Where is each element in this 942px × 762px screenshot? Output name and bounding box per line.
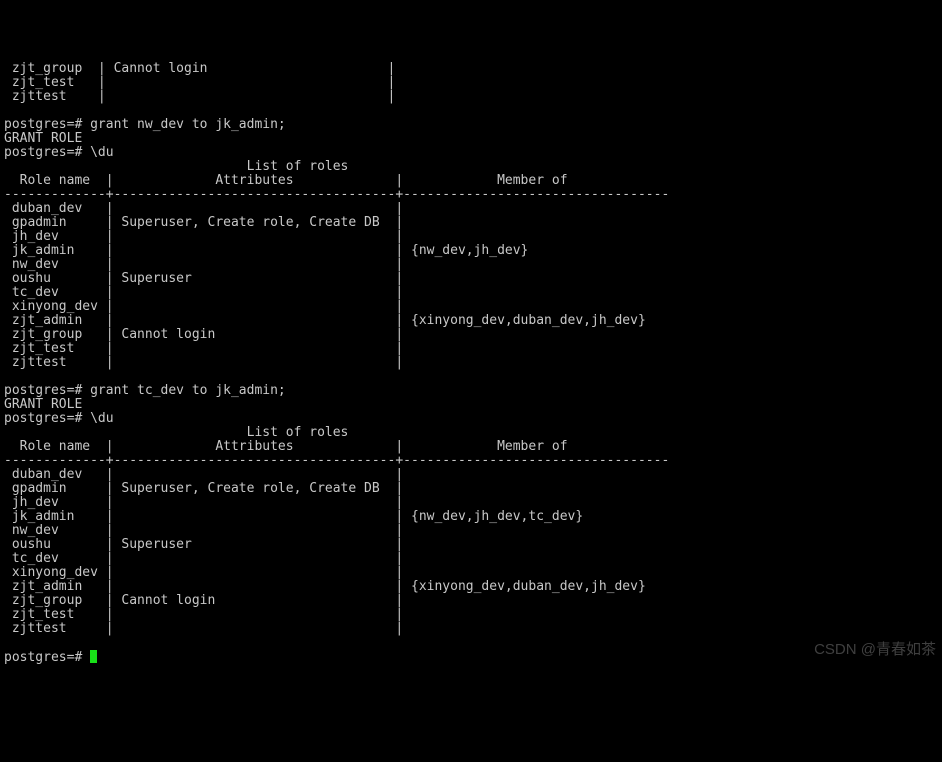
terminal-line: jk_admin | | {nw_dev,jh_dev}	[4, 244, 938, 258]
terminal-line: nw_dev | |	[4, 258, 938, 272]
terminal-line: gpadmin | Superuser, Create role, Create…	[4, 216, 938, 230]
terminal-line: -------------+--------------------------…	[4, 454, 938, 468]
terminal-line: List of roles	[4, 426, 938, 440]
terminal-line	[4, 636, 938, 650]
terminal-line: zjt_group | Cannot login |	[4, 594, 938, 608]
terminal-line: zjt_admin | | {xinyong_dev,duban_dev,jh_…	[4, 580, 938, 594]
terminal-line: GRANT ROLE	[4, 398, 938, 412]
terminal-line: jk_admin | | {nw_dev,jh_dev,tc_dev}	[4, 510, 938, 524]
terminal-line: zjttest | |	[4, 90, 938, 104]
terminal-line: Role name | Attributes | Member of	[4, 440, 938, 454]
terminal-line	[4, 370, 938, 384]
terminal-line: jh_dev | |	[4, 496, 938, 510]
terminal-line: zjt_group | Cannot login |	[4, 62, 938, 76]
terminal-line: zjt_test | |	[4, 608, 938, 622]
terminal-line: oushu | Superuser |	[4, 272, 938, 286]
terminal-line: nw_dev | |	[4, 524, 938, 538]
terminal-line: GRANT ROLE	[4, 132, 938, 146]
terminal-line: xinyong_dev | |	[4, 566, 938, 580]
terminal-line: xinyong_dev | |	[4, 300, 938, 314]
terminal-line: postgres=# grant nw_dev to jk_admin;	[4, 118, 938, 132]
terminal-line: -------------+--------------------------…	[4, 188, 938, 202]
terminal-line: zjt_group | Cannot login |	[4, 328, 938, 342]
terminal-line: postgres=# \du	[4, 412, 938, 426]
terminal-output[interactable]: zjt_group | Cannot login | zjt_test | | …	[4, 62, 938, 664]
terminal-line: zjt_test | |	[4, 342, 938, 356]
terminal-line: zjttest | |	[4, 356, 938, 370]
terminal-line: duban_dev | |	[4, 202, 938, 216]
terminal-line	[4, 104, 938, 118]
terminal-line: zjttest | |	[4, 622, 938, 636]
terminal-line: gpadmin | Superuser, Create role, Create…	[4, 482, 938, 496]
terminal-line: zjt_test | |	[4, 76, 938, 90]
terminal-line: postgres=# \du	[4, 146, 938, 160]
terminal-line: postgres=# grant tc_dev to jk_admin;	[4, 384, 938, 398]
terminal-line: tc_dev | |	[4, 552, 938, 566]
terminal-line: oushu | Superuser |	[4, 538, 938, 552]
prompt-line[interactable]: postgres=#	[4, 650, 938, 664]
terminal-line: zjt_admin | | {xinyong_dev,duban_dev,jh_…	[4, 314, 938, 328]
terminal-line: List of roles	[4, 160, 938, 174]
cursor-block	[90, 650, 97, 663]
terminal-line: Role name | Attributes | Member of	[4, 174, 938, 188]
terminal-line: jh_dev | |	[4, 230, 938, 244]
terminal-line: tc_dev | |	[4, 286, 938, 300]
terminal-line: duban_dev | |	[4, 468, 938, 482]
